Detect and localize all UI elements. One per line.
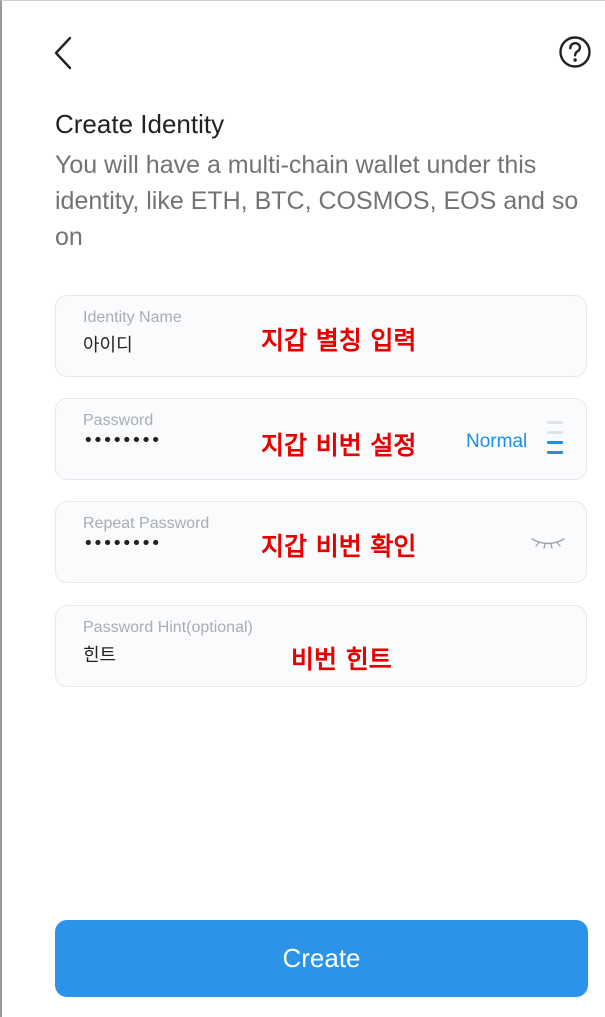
strength-bar-1 [547,421,563,424]
password-value: •••••••• [83,430,161,451]
back-button[interactable] [50,35,80,71]
create-identity-screen: Create Identity You will have a multi-ch… [0,0,605,1017]
repeat-password-value: •••••••• [83,533,161,554]
strength-bar-4 [547,451,563,454]
password-hint-annotation: 비번 힌트 [291,645,392,674]
strength-bar-3 [547,441,563,444]
create-button[interactable]: Create [55,920,588,997]
identity-name-label: Identity Name [83,309,182,326]
page-title: Create Identity [55,109,225,139]
page-subtitle: You will have a multi-chain wallet under… [55,151,579,251]
password-strength-meter [547,421,563,454]
password-annotation: 지갑 비번 설정 [261,431,417,460]
repeat-password-label: Repeat Password [83,515,210,532]
strength-bar-2 [547,431,563,434]
password-field[interactable]: Password •••••••• 지갑 비번 설정 Normal [55,398,587,480]
identity-name-annotation: 지갑 별칭 입력 [261,326,417,355]
chevron-left-icon [54,36,72,70]
create-button-label: Create [282,943,361,973]
password-strength-label: Normal [466,431,528,452]
password-hint-field[interactable]: Password Hint(optional) 힌트 비번 힌트 [55,605,587,687]
repeat-password-annotation: 지갑 비번 확인 [261,532,417,561]
password-hint-label: Password Hint(optional) [83,619,253,636]
password-label: Password [83,412,154,429]
identity-name-value: 아이디 [83,335,133,356]
repeat-password-field[interactable]: Repeat Password •••••••• 지갑 비번 확인 [55,501,587,583]
identity-name-field[interactable]: Identity Name 아이디 지갑 별칭 입력 [55,295,587,377]
password-hint-value: 힌트 [83,645,117,666]
eye-closed-icon[interactable] [530,534,566,550]
help-button[interactable] [558,35,592,69]
question-circle-icon [559,36,591,68]
